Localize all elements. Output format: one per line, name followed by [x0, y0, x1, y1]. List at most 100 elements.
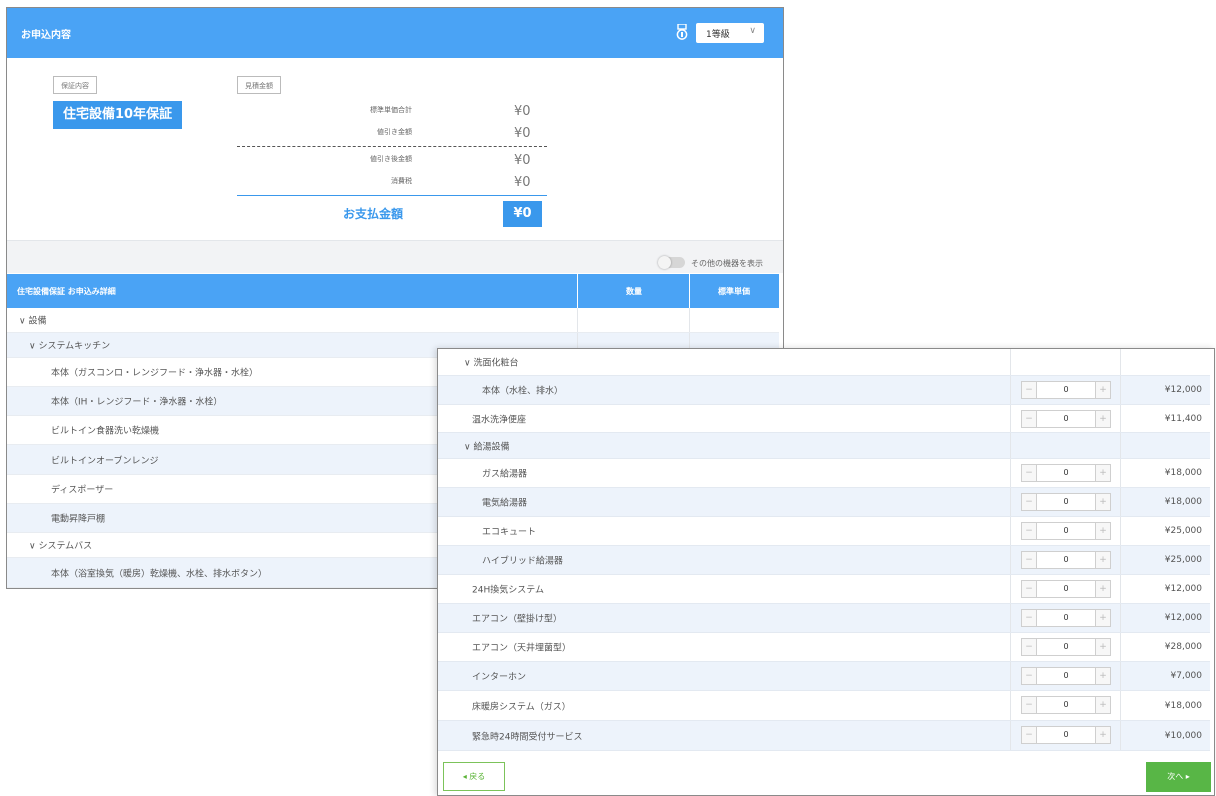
- decrement-button[interactable]: −: [1021, 726, 1037, 744]
- unit-price: ¥12,000: [1164, 385, 1202, 395]
- total-divider: [237, 195, 547, 196]
- quantity-stepper[interactable]: − 0 +: [1021, 381, 1111, 399]
- plan-name-badge: 住宅設備10年保証: [53, 101, 183, 129]
- unit-price: ¥12,000: [1164, 613, 1202, 623]
- table-row: 本体（水栓、排水） − 0 + ¥12,000: [438, 376, 1210, 405]
- back-button[interactable]: ◂ 戻る: [443, 762, 505, 791]
- increment-button[interactable]: +: [1095, 493, 1111, 511]
- table-row: エコキュート − 0 + ¥25,000: [438, 517, 1210, 546]
- quantity-input[interactable]: 0: [1037, 667, 1095, 685]
- quantity-stepper[interactable]: − 0 +: [1021, 609, 1111, 627]
- decrement-button[interactable]: −: [1021, 638, 1037, 656]
- table-row: 床暖房システム（ガス） − 0 + ¥18,000: [438, 691, 1210, 721]
- quantity-stepper[interactable]: − 0 +: [1021, 696, 1111, 714]
- decrement-button[interactable]: −: [1021, 493, 1037, 511]
- increment-button[interactable]: +: [1095, 410, 1111, 428]
- quantity-input[interactable]: 0: [1037, 410, 1095, 428]
- quantity-stepper[interactable]: − 0 +: [1021, 464, 1111, 482]
- quantity-stepper[interactable]: − 0 +: [1021, 522, 1111, 540]
- category-row[interactable]: ∨ 設備: [7, 308, 779, 333]
- decrement-button[interactable]: −: [1021, 522, 1037, 540]
- decrement-button[interactable]: −: [1021, 551, 1037, 569]
- decrement-button[interactable]: −: [1021, 410, 1037, 428]
- quantity-input[interactable]: 0: [1037, 464, 1095, 482]
- increment-button[interactable]: +: [1095, 696, 1111, 714]
- increment-button[interactable]: +: [1095, 551, 1111, 569]
- unit-price: ¥28,000: [1164, 642, 1202, 652]
- decrement-button[interactable]: −: [1021, 464, 1037, 482]
- coverage-tag: 保証内容: [53, 76, 97, 94]
- tier-select-value: 1等級: [706, 30, 730, 40]
- table-row: 温水洗浄便座 − 0 + ¥11,400: [438, 405, 1210, 433]
- table-row: エアコン（天井埋菌型） − 0 + ¥28,000: [438, 633, 1210, 662]
- table-title: 住宅設備保証 お申込み詳細: [17, 287, 116, 296]
- summary-header: お申込内容 1等級 ∨: [7, 8, 783, 58]
- unit-price: ¥18,000: [1164, 497, 1202, 507]
- table-row: インターホン − 0 + ¥7,000: [438, 662, 1210, 691]
- cost-value: ¥0: [514, 126, 531, 141]
- next-button[interactable]: 次へ ▸: [1146, 762, 1211, 792]
- medal-icon: [675, 23, 689, 40]
- subcategory-row[interactable]: ∨ 洗面化粧台: [438, 349, 1210, 376]
- quantity-input[interactable]: 0: [1037, 381, 1095, 399]
- table-row: ガス給湯器 − 0 + ¥18,000: [438, 459, 1210, 488]
- price-list-window: ∨ 洗面化粧台 本体（水栓、排水） − 0 + ¥12,000 温水洗浄便座 −…: [437, 348, 1215, 796]
- chevron-down-icon: ∨: [749, 26, 756, 36]
- show-other-devices-toggle[interactable]: [658, 256, 685, 269]
- increment-button[interactable]: +: [1095, 667, 1111, 685]
- total-label: お支払金額: [343, 207, 404, 221]
- unit-price: ¥18,000: [1164, 700, 1202, 711]
- unit-price: ¥18,000: [1164, 468, 1202, 478]
- unit-price: ¥25,000: [1164, 555, 1202, 565]
- quantity-stepper[interactable]: − 0 +: [1021, 726, 1111, 744]
- quantity-input[interactable]: 0: [1037, 726, 1095, 744]
- quantity-stepper[interactable]: − 0 +: [1021, 410, 1111, 428]
- quantity-input[interactable]: 0: [1037, 638, 1095, 656]
- cost-value: ¥0: [514, 104, 531, 119]
- increment-button[interactable]: +: [1095, 580, 1111, 598]
- unit-price: ¥25,000: [1164, 526, 1202, 536]
- increment-button[interactable]: +: [1095, 638, 1111, 656]
- subcategory-row[interactable]: ∨ 給湯設備: [438, 433, 1210, 459]
- decrement-button[interactable]: −: [1021, 696, 1037, 714]
- header-divider: [577, 274, 578, 308]
- quantity-input[interactable]: 0: [1037, 696, 1095, 714]
- quantity-input[interactable]: 0: [1037, 609, 1095, 627]
- increment-button[interactable]: +: [1095, 609, 1111, 627]
- quantity-input[interactable]: 0: [1037, 551, 1095, 569]
- decrement-button[interactable]: −: [1021, 609, 1037, 627]
- quantity-stepper[interactable]: − 0 +: [1021, 667, 1111, 685]
- quantity-stepper[interactable]: − 0 +: [1021, 551, 1111, 569]
- quantity-input[interactable]: 0: [1037, 522, 1095, 540]
- increment-button[interactable]: +: [1095, 381, 1111, 399]
- detail-table-header: 住宅設備保証 お申込み詳細 数量 標準単価: [7, 274, 779, 308]
- decrement-button[interactable]: −: [1021, 381, 1037, 399]
- toggle-label: その他の機器を表示: [691, 259, 763, 268]
- table-row: 電気給湯器 − 0 + ¥18,000: [438, 488, 1210, 517]
- quantity-input[interactable]: 0: [1037, 580, 1095, 598]
- unit-price: ¥12,000: [1164, 584, 1202, 594]
- increment-button[interactable]: +: [1095, 464, 1111, 482]
- unit-price: ¥10,000: [1164, 730, 1202, 741]
- table-row: 24H換気システム − 0 + ¥12,000: [438, 575, 1210, 604]
- total-value: ¥0: [503, 201, 542, 227]
- table-row: 緊急時24時間受付サービス − 0 + ¥10,000: [438, 721, 1210, 751]
- increment-button[interactable]: +: [1095, 522, 1111, 540]
- cost-value: ¥0: [514, 153, 531, 168]
- decrement-button[interactable]: −: [1021, 667, 1037, 685]
- cost-label: 消費税: [391, 177, 412, 185]
- quantity-stepper[interactable]: − 0 +: [1021, 580, 1111, 598]
- table-row: ハイブリッド給湯器 − 0 + ¥25,000: [438, 546, 1210, 575]
- quantity-stepper[interactable]: − 0 +: [1021, 638, 1111, 656]
- cost-label: 標準単価合計: [370, 106, 412, 114]
- unit-price: ¥11,400: [1164, 413, 1202, 424]
- cost-label: 値引き金額: [377, 128, 412, 136]
- quantity-input[interactable]: 0: [1037, 493, 1095, 511]
- cost-tag: 見積金額: [237, 76, 281, 94]
- quantity-stepper[interactable]: − 0 +: [1021, 493, 1111, 511]
- summary-title: お申込内容: [21, 30, 71, 41]
- table-row: エアコン（壁掛け型） − 0 + ¥12,000: [438, 604, 1210, 633]
- increment-button[interactable]: +: [1095, 726, 1111, 744]
- decrement-button[interactable]: −: [1021, 580, 1037, 598]
- tier-select[interactable]: 1等級 ∨: [696, 23, 764, 43]
